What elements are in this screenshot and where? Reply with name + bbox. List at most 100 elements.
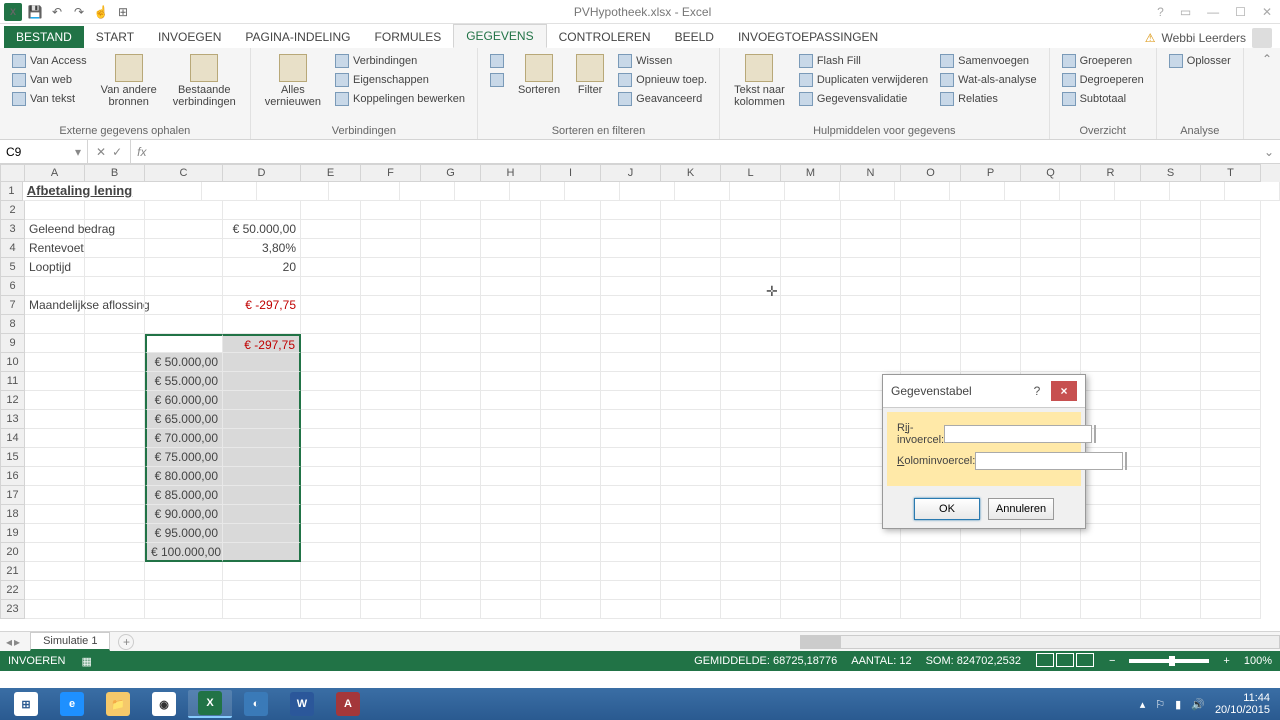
maximize-icon[interactable]: ☐ [1231,5,1250,19]
row-head-9[interactable]: 9 [0,334,25,353]
col-head-N[interactable]: N [841,164,901,182]
cell-G13[interactable] [421,410,481,429]
cell-G3[interactable] [421,220,481,239]
cell-L11[interactable] [721,372,781,391]
row-head-11[interactable]: 11 [0,372,25,391]
cell-A13[interactable] [25,410,85,429]
cell-H10[interactable] [481,353,541,372]
cell-D15[interactable] [223,448,301,467]
cell-I10[interactable] [541,353,601,372]
cell-J19[interactable] [601,524,661,543]
cell-P23[interactable] [961,600,1021,619]
cell-J14[interactable] [601,429,661,448]
cell-F3[interactable] [361,220,421,239]
cell-E17[interactable] [301,486,361,505]
cell-M1[interactable] [840,182,895,201]
eigenschappen-button[interactable]: Eigenschappen [331,71,469,89]
cell-R7[interactable] [1081,296,1141,315]
cell-N5[interactable] [841,258,901,277]
cell-A20[interactable] [25,543,85,562]
cell-S12[interactable] [1141,391,1201,410]
col-head-C[interactable]: C [145,164,223,182]
cell-L17[interactable] [721,486,781,505]
cell-P3[interactable] [961,220,1021,239]
cell-S9[interactable] [1141,334,1201,353]
cell-M21[interactable] [781,562,841,581]
col-head-P[interactable]: P [961,164,1021,182]
row-head-2[interactable]: 2 [0,201,25,220]
cell-C6[interactable] [145,277,223,296]
cell-F13[interactable] [361,410,421,429]
qat-redo-icon[interactable]: ↷ [70,3,88,21]
col-head-O[interactable]: O [901,164,961,182]
col-head-I[interactable]: I [541,164,601,182]
cell-H16[interactable] [481,467,541,486]
cell-P10[interactable] [961,353,1021,372]
cell-C11[interactable]: € 55.000,00 [145,372,223,391]
zoom-in-icon[interactable]: + [1223,655,1229,667]
col-head-F[interactable]: F [361,164,421,182]
cell-D9[interactable]: € -297,75 [223,334,301,353]
cell-H6[interactable] [481,277,541,296]
cell-O5[interactable] [901,258,961,277]
namebox-dropdown-icon[interactable]: ▾ [75,145,81,159]
cell-J3[interactable] [601,220,661,239]
cell-Q8[interactable] [1021,315,1081,334]
cell-G14[interactable] [421,429,481,448]
cell-D3[interactable]: € 50.000,00 [223,220,301,239]
cell-Q3[interactable] [1021,220,1081,239]
cell-E11[interactable] [301,372,361,391]
cell-G8[interactable] [421,315,481,334]
cell-F5[interactable] [361,258,421,277]
cell-A23[interactable] [25,600,85,619]
cell-F22[interactable] [361,581,421,600]
cell-L10[interactable] [721,353,781,372]
cell-R3[interactable] [1081,220,1141,239]
van-web-button[interactable]: Van web [8,71,91,89]
cell-T6[interactable] [1201,277,1261,296]
cell-K9[interactable] [661,334,721,353]
cell-J6[interactable] [601,277,661,296]
cell-M22[interactable] [781,581,841,600]
cell-S23[interactable] [1141,600,1201,619]
cell-C7[interactable] [145,296,223,315]
cell-B8[interactable] [85,315,145,334]
cell-S3[interactable] [1141,220,1201,239]
cell-S14[interactable] [1141,429,1201,448]
add-sheet-icon[interactable]: + [118,634,134,650]
cell-O6[interactable] [901,277,961,296]
cell-T10[interactable] [1201,353,1261,372]
row-head-7[interactable]: 7 [0,296,25,315]
cell-D5[interactable]: 20 [223,258,301,277]
taskbar-access[interactable]: A [326,690,370,718]
cell-B21[interactable] [85,562,145,581]
cell-L18[interactable] [721,505,781,524]
cell-C2[interactable] [145,201,223,220]
cell-M18[interactable] [781,505,841,524]
cell-O3[interactable] [901,220,961,239]
cell-J7[interactable] [601,296,661,315]
cell-O9[interactable] [901,334,961,353]
cell-B6[interactable] [85,277,145,296]
taskbar-chrome[interactable]: ◉ [142,690,186,718]
cell-R21[interactable] [1081,562,1141,581]
cell-C20[interactable]: € 100.000,00 [145,543,223,562]
cell-D19[interactable] [223,524,301,543]
col-head-Q[interactable]: Q [1021,164,1081,182]
cell-L21[interactable] [721,562,781,581]
row-head-19[interactable]: 19 [0,524,25,543]
cell-I2[interactable] [541,201,601,220]
cell-L22[interactable] [721,581,781,600]
row-head-8[interactable]: 8 [0,315,25,334]
cell-L15[interactable] [721,448,781,467]
cell-D8[interactable] [223,315,301,334]
cell-B4[interactable] [85,239,145,258]
cell-C13[interactable]: € 65.000,00 [145,410,223,429]
cell-H17[interactable] [481,486,541,505]
cell-R8[interactable] [1081,315,1141,334]
cell-F19[interactable] [361,524,421,543]
cell-O2[interactable] [901,201,961,220]
cell-R6[interactable] [1081,277,1141,296]
col-head-A[interactable]: A [25,164,85,182]
cell-K8[interactable] [661,315,721,334]
